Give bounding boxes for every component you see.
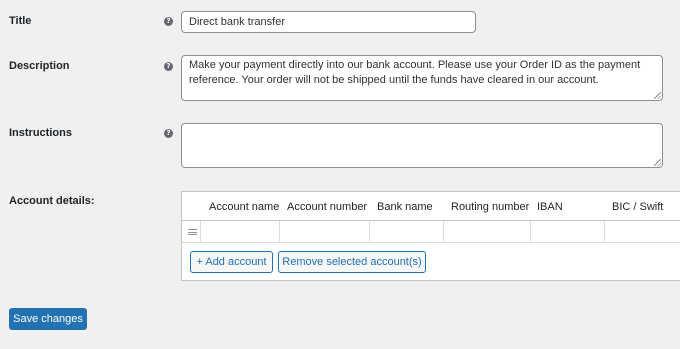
remove-accounts-button[interactable]: Remove selected account(s) xyxy=(278,251,426,273)
save-changes-button[interactable]: Save changes xyxy=(9,308,87,330)
add-account-button[interactable]: + Add account xyxy=(190,251,273,273)
help-circle-icon[interactable]: ? xyxy=(164,17,173,26)
bank-name-input[interactable] xyxy=(370,221,444,242)
column-header-account-name: Account name xyxy=(209,201,280,213)
title-input[interactable]: Direct bank transfer xyxy=(181,11,476,33)
column-header-bic-swift: BIC / Swift xyxy=(612,201,664,213)
column-header-account-number: Account number xyxy=(287,201,368,213)
account-details-table: Account name Account number Bank name Ro… xyxy=(181,191,680,281)
table-row[interactable] xyxy=(182,221,680,243)
iban-input[interactable] xyxy=(531,221,605,242)
column-header-iban: IBAN xyxy=(537,201,563,213)
settings-page: Title ? Direct bank transfer Description… xyxy=(0,0,680,349)
instructions-textarea[interactable] xyxy=(181,123,663,168)
table-header: Account name Account number Bank name Ro… xyxy=(182,192,680,221)
resize-handle-icon[interactable] xyxy=(654,92,661,99)
title-label: Title xyxy=(9,15,32,27)
description-textarea[interactable]: Make your payment directly into our bank… xyxy=(181,55,663,101)
routing-number-input[interactable] xyxy=(444,221,531,242)
help-circle-icon[interactable]: ? xyxy=(164,129,173,138)
account-details-label: Account details: xyxy=(9,195,95,207)
column-header-routing-number: Routing number xyxy=(451,201,530,213)
bic-swift-input[interactable] xyxy=(605,221,680,242)
column-header-bank-name: Bank name xyxy=(377,201,433,213)
description-text: Make your payment directly into our bank… xyxy=(189,59,641,86)
resize-handle-icon[interactable] xyxy=(654,159,661,166)
drag-handle-icon[interactable] xyxy=(188,229,197,235)
account-name-input[interactable] xyxy=(201,221,280,242)
drag-cell[interactable] xyxy=(182,221,201,242)
account-number-input[interactable] xyxy=(280,221,370,242)
instructions-label: Instructions xyxy=(9,127,72,139)
help-circle-icon[interactable]: ? xyxy=(164,62,173,71)
description-label: Description xyxy=(9,60,70,72)
